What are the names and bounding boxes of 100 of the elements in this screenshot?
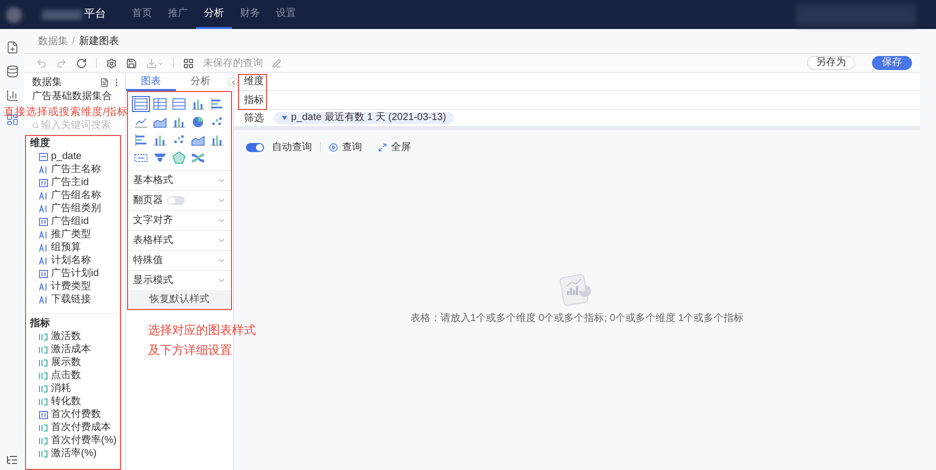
chevron-down-icon xyxy=(217,276,226,285)
refresh-icon[interactable] xyxy=(76,58,87,68)
field-item[interactable]: 消耗 xyxy=(26,382,120,395)
drop-zone-label: 指标 xyxy=(244,94,264,108)
search-icon xyxy=(32,122,39,128)
text-type-icon xyxy=(39,282,48,290)
edit-icon[interactable] xyxy=(272,58,281,68)
save-icon[interactable] xyxy=(126,58,137,68)
document-icon[interactable] xyxy=(100,78,109,86)
number-type-icon xyxy=(39,270,48,278)
measure-type-icon xyxy=(39,332,48,340)
annotation-text: 直接选择或搜索维度/指标 xyxy=(4,106,128,119)
caret-icon xyxy=(282,116,287,120)
save-button[interactable]: 保存 xyxy=(872,56,912,70)
field-item[interactable]: 计费类型 xyxy=(26,280,120,293)
collapse-button[interactable] xyxy=(228,77,238,87)
measure-type-icon xyxy=(39,424,48,432)
toggle-label: 自动查询 xyxy=(272,140,312,154)
chart-type-button[interactable] xyxy=(132,96,150,112)
bar-chart-icon xyxy=(172,115,186,129)
fullscreen-button[interactable]: 全屏 xyxy=(378,140,411,154)
chevron-left-icon xyxy=(230,78,236,86)
blurred-brand-placeholder xyxy=(42,10,82,20)
field-item[interactable]: 广告组id xyxy=(26,215,120,228)
bar-chart-icon xyxy=(210,133,224,147)
pager-toggle[interactable] xyxy=(167,196,185,205)
field-item[interactable]: 广告主id xyxy=(26,176,120,189)
panel-tab[interactable]: 图表 xyxy=(126,73,176,91)
measure-type-icon xyxy=(39,372,48,380)
field-item[interactable]: 转化数 xyxy=(26,395,120,408)
text-type-icon xyxy=(39,166,48,174)
nav-tab[interactable]: 设置 xyxy=(268,0,304,29)
logo-placeholder xyxy=(6,6,22,22)
empty-state-message: 表格：请放入1个或多个维度 0个或多个指标; 0个或多个维度 1个或多个指标 xyxy=(410,312,744,326)
settings-section[interactable]: 文字对齐 xyxy=(128,210,231,230)
field-item[interactable]: 点击数 xyxy=(26,369,120,382)
hbar-chart-icon xyxy=(134,133,148,147)
field-item[interactable]: 广告组名称 xyxy=(26,189,120,202)
text-type-icon xyxy=(39,204,48,212)
database-icon[interactable] xyxy=(6,65,18,78)
settings-icon[interactable] xyxy=(106,58,117,68)
number-type-icon xyxy=(39,410,48,418)
measure-type-icon xyxy=(39,358,48,366)
save-as-button[interactable]: 另存为 xyxy=(807,56,855,70)
field-item[interactable]: 激活成本 xyxy=(26,343,120,356)
nav-tab[interactable]: 首页 xyxy=(124,0,160,29)
text-type-icon xyxy=(39,230,48,238)
auto-query-toggle[interactable] xyxy=(246,142,264,152)
field-item[interactable]: 下载链接 xyxy=(26,293,120,306)
field-item[interactable]: p_date xyxy=(26,150,120,163)
outline-icon[interactable] xyxy=(6,454,18,466)
field-item[interactable]: 首次付费成本 xyxy=(26,421,120,434)
measure-type-icon xyxy=(39,436,48,444)
dataset-name[interactable]: 广告基础数据集合 xyxy=(24,91,125,103)
chevron-down-icon xyxy=(217,216,226,225)
drop-zone-label: 维度 xyxy=(244,74,264,89)
nav-tab[interactable]: 分析 xyxy=(196,0,232,29)
document-icon[interactable] xyxy=(6,41,18,54)
hbar-chart-icon xyxy=(210,97,224,111)
field-item[interactable]: 组预算 xyxy=(26,241,120,254)
measure-type-icon xyxy=(39,450,48,458)
query-name: 未保存的查询 xyxy=(203,56,263,70)
panel-tab[interactable]: 分析 xyxy=(176,73,225,91)
field-item[interactable]: 激活数 xyxy=(26,330,120,343)
brand-name: 平台 xyxy=(84,7,106,22)
field-item[interactable]: 广告组类别 xyxy=(26,202,120,215)
bar-chart-icon[interactable] xyxy=(6,89,18,102)
field-item[interactable]: 计划名称 xyxy=(26,254,120,267)
field-item[interactable]: 广告主名称 xyxy=(26,163,120,176)
table-chart-icon xyxy=(134,97,148,111)
field-item[interactable]: 首次付费率(%) xyxy=(26,434,120,447)
filter-chip[interactable]: p_date 最近有数 1 天 (2021-03-13) xyxy=(274,112,454,124)
chart-type-button[interactable] xyxy=(170,96,188,112)
reset-style-button[interactable]: 恢复默认样式 xyxy=(128,290,231,309)
number-type-icon xyxy=(39,218,48,226)
text-type-icon xyxy=(39,192,48,200)
search-field[interactable]: 输入关键词搜索 xyxy=(24,119,125,131)
chart-type-button[interactable] xyxy=(151,96,169,112)
nav-tab[interactable]: 财务 xyxy=(232,0,268,29)
field-item[interactable]: 推广类型 xyxy=(26,228,120,241)
field-item[interactable]: 激活率(%) xyxy=(26,447,120,460)
text-type-icon xyxy=(39,244,48,252)
settings-section[interactable]: 翻页器 xyxy=(128,190,231,210)
grid-icon[interactable] xyxy=(183,58,194,68)
nav-tab[interactable]: 推广 xyxy=(160,0,196,29)
chevron-down-icon xyxy=(217,196,226,205)
query-button[interactable]: 查询 xyxy=(329,140,362,154)
settings-section[interactable]: 特殊值 xyxy=(128,250,231,270)
field-item[interactable]: 首次付费数 xyxy=(26,408,120,421)
field-item[interactable]: 广告计划id xyxy=(26,267,120,280)
field-item[interactable]: 展示数 xyxy=(26,356,120,369)
settings-section[interactable]: 基本格式 xyxy=(128,170,231,190)
chart-type-button[interactable] xyxy=(170,150,188,166)
settings-section[interactable]: 表格样式 xyxy=(128,230,231,250)
sankey-chart-icon xyxy=(191,151,205,165)
play-icon xyxy=(329,142,338,152)
measure-type-icon xyxy=(39,346,48,354)
annotation-text: 选择对应的图表样式 xyxy=(148,322,257,339)
chevron-down-icon xyxy=(217,256,226,265)
bar-chart-icon xyxy=(191,97,205,111)
